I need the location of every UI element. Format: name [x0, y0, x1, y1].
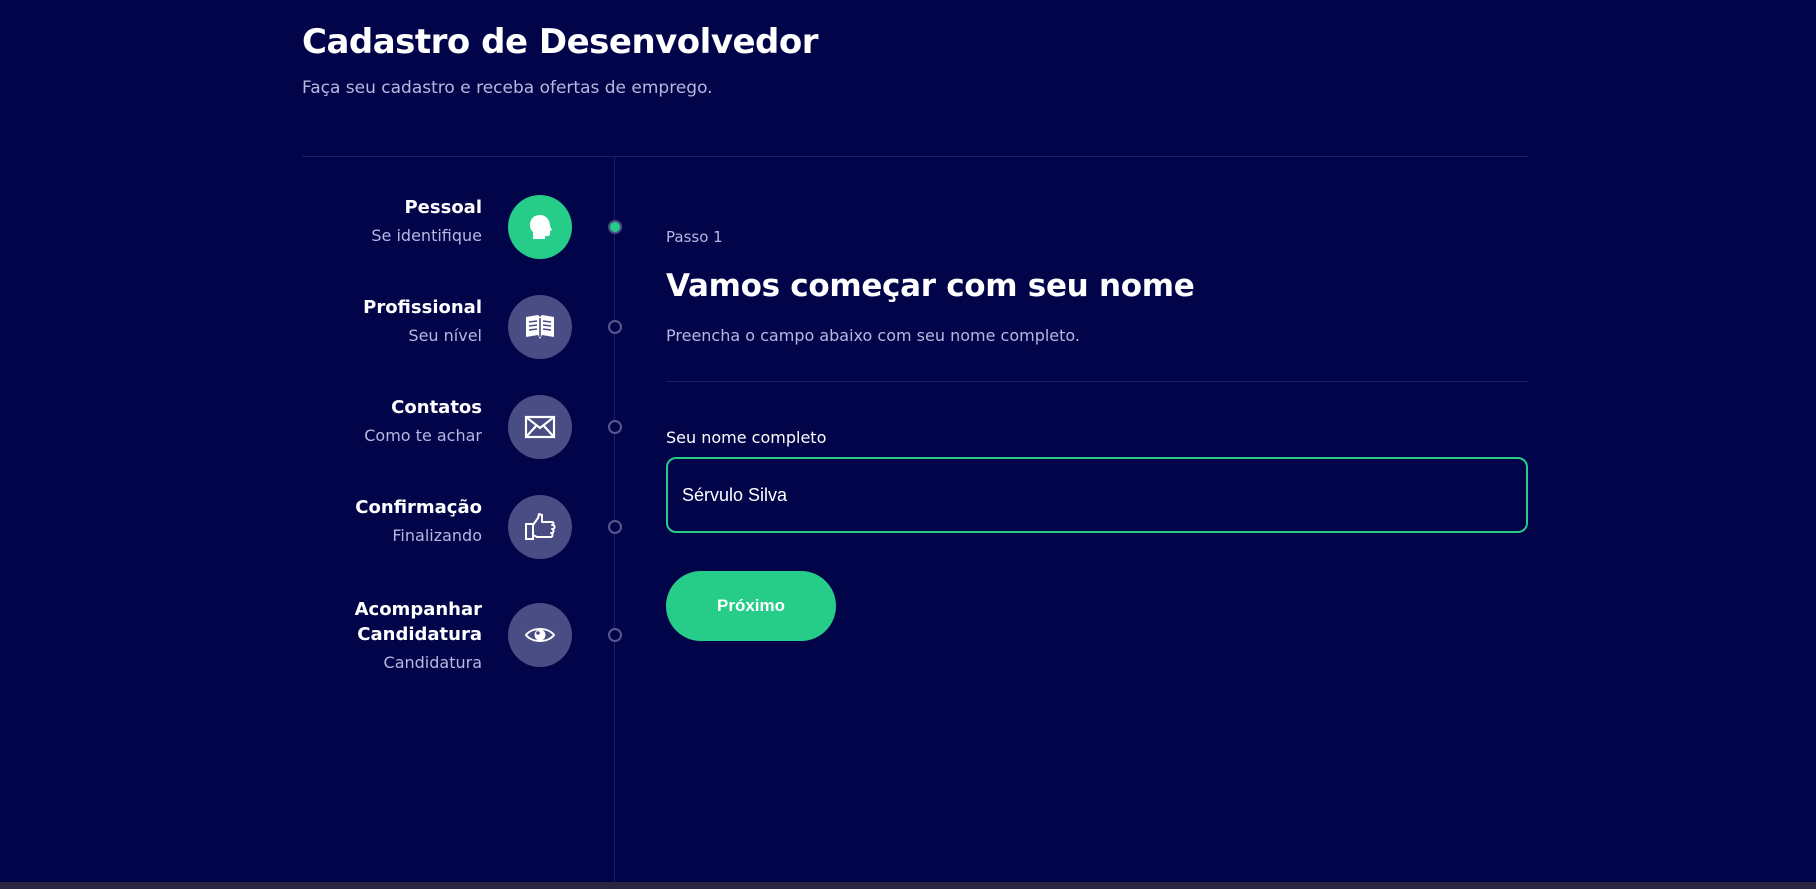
step-title: Confirmação	[355, 497, 482, 518]
step-title: Contatos	[391, 397, 482, 418]
step-indicator-dot	[608, 320, 622, 334]
person-head-icon[interactable]	[508, 195, 572, 259]
step-indicator-dot	[608, 220, 622, 234]
step-acompanhar-candidatura[interactable]: Acompanhar Candidatura Candidatura	[302, 597, 622, 672]
content-divider	[666, 381, 1528, 382]
step-content: Passo 1 Vamos começar com seu nome Preen…	[666, 228, 1528, 641]
step-contatos[interactable]: Contatos Como te achar	[302, 395, 622, 465]
step-title: Acompanhar Candidatura	[354, 599, 482, 645]
step-subtitle: Como te achar	[364, 426, 482, 445]
full-name-input[interactable]	[666, 457, 1528, 533]
step-profissional[interactable]: Profissional Seu nível	[302, 295, 622, 365]
book-icon[interactable]	[508, 295, 572, 359]
step-title: Pessoal	[404, 197, 482, 218]
step-indicator-dot	[608, 420, 622, 434]
step-subtitle: Se identifique	[371, 226, 482, 245]
step-indicator-dot	[608, 520, 622, 534]
step-number-label: Passo 1	[666, 228, 723, 246]
header-divider	[302, 156, 1528, 157]
step-description: Preencha o campo abaixo com seu nome com…	[666, 326, 1080, 345]
step-subtitle: Candidatura	[383, 653, 482, 672]
step-subtitle: Finalizando	[392, 526, 482, 545]
step-confirmacao[interactable]: Confirmação Finalizando	[302, 495, 622, 565]
bottom-edge-bar	[0, 882, 1816, 889]
registration-page: Cadastro de Desenvolvedor Faça seu cadas…	[0, 0, 1816, 889]
full-name-label: Seu nome completo	[666, 428, 827, 447]
envelope-icon[interactable]	[508, 395, 572, 459]
page-title: Cadastro de Desenvolvedor	[302, 22, 819, 62]
next-button[interactable]: Próximo	[666, 571, 836, 641]
step-heading: Vamos começar com seu nome	[666, 268, 1195, 304]
page-subtitle: Faça seu cadastro e receba ofertas de em…	[302, 78, 713, 98]
step-subtitle: Seu nível	[408, 326, 482, 345]
thumbs-up-icon[interactable]	[508, 495, 572, 559]
step-pessoal[interactable]: Pessoal Se identifique	[302, 195, 622, 265]
page-header: Cadastro de Desenvolvedor Faça seu cadas…	[302, 22, 1528, 98]
step-title: Profissional	[363, 297, 482, 318]
step-indicator-dot	[608, 628, 622, 642]
eye-icon[interactable]	[508, 603, 572, 667]
